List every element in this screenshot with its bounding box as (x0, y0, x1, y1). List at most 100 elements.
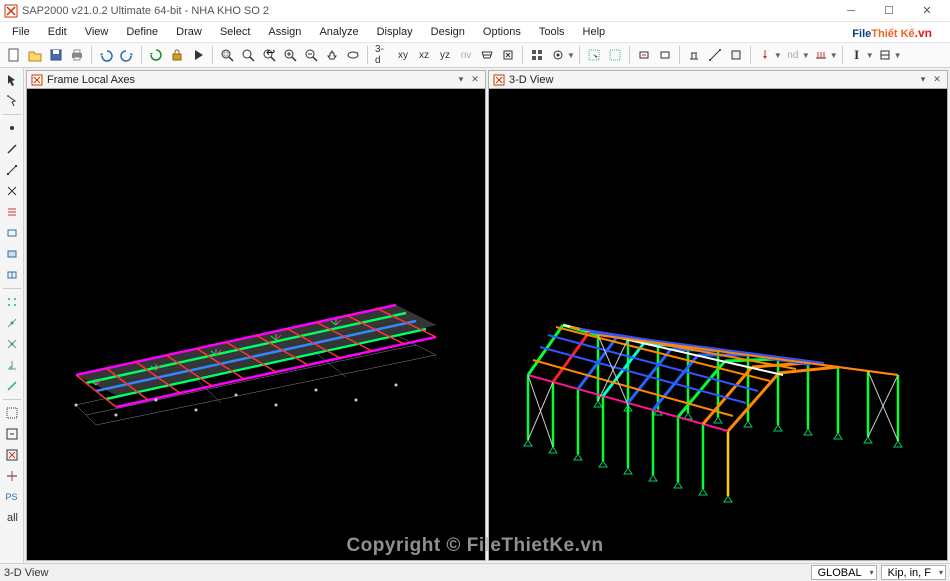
minimize-button[interactable]: ─ (838, 5, 864, 17)
svg-text:all: all (7, 512, 18, 524)
maximize-button[interactable]: ☐ (876, 4, 902, 17)
view-header-right[interactable]: 3-D View ▾ ✕ (489, 71, 947, 89)
view-dropdown-icon[interactable]: ▾ (917, 74, 929, 85)
refresh-button[interactable] (146, 45, 166, 65)
separator (629, 46, 630, 64)
menu-draw[interactable]: Draw (168, 24, 210, 40)
dropdown-icon[interactable]: ▼ (830, 51, 838, 60)
dropdown-icon[interactable]: ▼ (567, 51, 575, 60)
nd-button[interactable]: nd (783, 45, 803, 65)
menu-display[interactable]: Display (369, 24, 421, 40)
quick-draw-frame-tool[interactable] (2, 160, 22, 180)
set-elements-button[interactable] (527, 45, 547, 65)
prev-select-tool[interactable] (2, 424, 22, 444)
select-all-tool[interactable]: all (2, 508, 22, 528)
zoom-in-button[interactable] (280, 45, 300, 65)
snap-perpendicular-tool[interactable] (2, 355, 22, 375)
menubar: File Edit View Define Draw Select Assign… (0, 22, 950, 42)
draw-poly-area-tool[interactable] (2, 223, 22, 243)
dropdown-icon[interactable]: ▼ (894, 51, 902, 60)
view-yz-button[interactable]: yz (435, 45, 455, 65)
menu-analyze[interactable]: Analyze (311, 24, 366, 40)
menu-design[interactable]: Design (423, 24, 473, 40)
clear-selection-button[interactable] (655, 45, 675, 65)
zoom-previous-button[interactable]: ↩ (259, 45, 279, 65)
prev-selection-button[interactable] (634, 45, 654, 65)
view-dropdown-icon[interactable]: ▾ (455, 74, 467, 85)
main-toolbar: ↩ 3-d xy xz yz nv ▼ ▼ nd ▼ ▼ I ▼ ▼ (0, 42, 950, 68)
ps-tool[interactable]: PS (2, 487, 22, 507)
snap-lines-tool[interactable] (2, 376, 22, 396)
intersecting-line-tool[interactable] (2, 466, 22, 486)
new-button[interactable] (4, 45, 24, 65)
draw-rect-area-tool[interactable] (2, 244, 22, 264)
zoom-window-button[interactable] (217, 45, 237, 65)
separator (212, 46, 213, 64)
view-icon (493, 74, 505, 86)
view-close-icon[interactable]: ✕ (469, 74, 481, 85)
lock-button[interactable] (167, 45, 187, 65)
menu-options[interactable]: Options (475, 24, 529, 40)
coord-system-combo[interactable]: GLOBAL (811, 565, 877, 580)
view-canvas-right[interactable] (489, 89, 947, 560)
area-section-button[interactable] (726, 45, 746, 65)
left-toolbar: PS all (0, 68, 24, 563)
close-button[interactable]: ✕ (914, 4, 940, 17)
rotate-button[interactable] (343, 45, 363, 65)
pointer-tool[interactable] (2, 70, 22, 90)
titlebar: SAP2000 v21.0.2 Ultimate 64-bit - NHA KH… (0, 0, 950, 22)
menu-view[interactable]: View (77, 24, 117, 40)
view-3d-button[interactable]: 3-d (372, 45, 392, 65)
frame-load-button[interactable] (811, 45, 831, 65)
save-button[interactable] (46, 45, 66, 65)
dropdown-icon[interactable]: ▼ (866, 51, 874, 60)
view-header-left[interactable]: Frame Local Axes ▾ ✕ (27, 71, 485, 89)
design-button[interactable] (875, 45, 895, 65)
view-xz-button[interactable]: xz (414, 45, 434, 65)
perspective-button[interactable] (477, 45, 497, 65)
joint-restraint-button[interactable] (684, 45, 704, 65)
view-nv-button[interactable]: nv (456, 45, 476, 65)
quick-draw-secondary-tool[interactable] (2, 202, 22, 222)
view-canvas-left[interactable] (27, 89, 485, 560)
menu-tools[interactable]: Tools (531, 24, 573, 40)
open-button[interactable] (25, 45, 45, 65)
separator (91, 46, 92, 64)
menu-file[interactable]: File (4, 24, 38, 40)
zoom-extents-button[interactable] (238, 45, 258, 65)
select-button[interactable] (584, 45, 604, 65)
menu-help[interactable]: Help (575, 24, 614, 40)
quick-draw-brace-tool[interactable] (2, 181, 22, 201)
run-button[interactable] (188, 45, 208, 65)
clear-select-tool[interactable] (2, 445, 22, 465)
pan-button[interactable] (322, 45, 342, 65)
redo-button[interactable] (117, 45, 137, 65)
dropdown-icon[interactable]: ▼ (774, 51, 782, 60)
draw-special-joint-tool[interactable] (2, 118, 22, 138)
snap-points-tool[interactable] (2, 292, 22, 312)
print-button[interactable] (67, 45, 87, 65)
draw-frame-tool[interactable] (2, 139, 22, 159)
reshape-tool[interactable] (2, 91, 22, 111)
separator (750, 46, 751, 64)
options-button[interactable] (548, 45, 568, 65)
snap-midpoints-tool[interactable] (2, 313, 22, 333)
menu-define[interactable]: Define (118, 24, 166, 40)
frame-section-button[interactable] (705, 45, 725, 65)
joint-load-button[interactable] (755, 45, 775, 65)
menu-edit[interactable]: Edit (40, 24, 75, 40)
units-combo[interactable]: Kip, in, F (881, 565, 946, 580)
deselect-button[interactable] (605, 45, 625, 65)
ibeam-button[interactable]: I (847, 45, 867, 65)
all-select-tool[interactable] (2, 403, 22, 423)
dropdown-icon[interactable]: ▼ (802, 51, 810, 60)
undo-button[interactable] (96, 45, 116, 65)
snap-intersections-tool[interactable] (2, 334, 22, 354)
view-xy-button[interactable]: xy (393, 45, 413, 65)
view-close-icon[interactable]: ✕ (931, 74, 943, 85)
menu-assign[interactable]: Assign (260, 24, 309, 40)
zoom-out-button[interactable] (301, 45, 321, 65)
shrink-button[interactable] (498, 45, 518, 65)
menu-select[interactable]: Select (212, 24, 259, 40)
quick-draw-area-tool[interactable] (2, 265, 22, 285)
